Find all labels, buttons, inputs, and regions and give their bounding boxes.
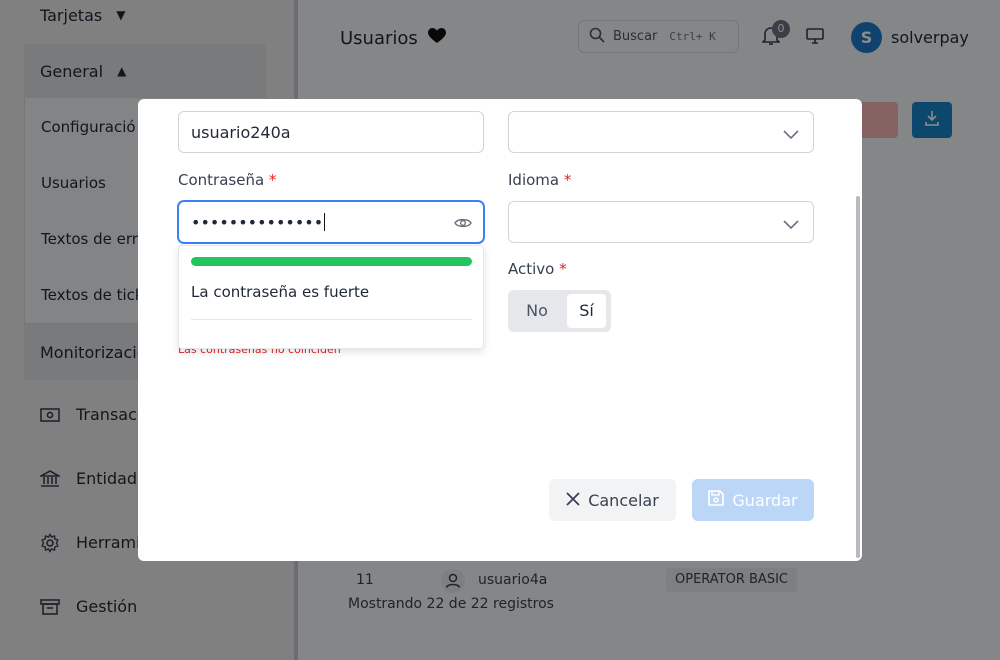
cancel-label: Cancelar bbox=[588, 490, 659, 510]
text-caret bbox=[324, 213, 326, 231]
cancel-button[interactable]: Cancelar bbox=[549, 479, 676, 521]
idioma-label-text: Idioma bbox=[508, 171, 560, 189]
password-strength-popover: La contraseña es fuerte bbox=[178, 245, 484, 349]
password-strength-meter bbox=[191, 257, 472, 266]
password-field[interactable]: •••••••••••••• bbox=[178, 201, 484, 243]
save-button[interactable]: Guardar bbox=[692, 479, 814, 521]
save-label: Guardar bbox=[732, 490, 798, 510]
idioma-select[interactable] bbox=[508, 201, 814, 243]
user-edit-modal: usuario240a Contraseña * Idioma * ••••••… bbox=[138, 99, 862, 561]
username-field[interactable]: usuario240a bbox=[178, 111, 484, 153]
idioma-label: Idioma * bbox=[508, 171, 571, 189]
password-label-text: Contraseña bbox=[178, 171, 265, 189]
activo-label: Activo * bbox=[508, 260, 567, 278]
password-strength-text: La contraseña es fuerte bbox=[191, 283, 370, 301]
chevron-down-icon bbox=[783, 215, 799, 234]
toggle-option-no[interactable]: No bbox=[512, 294, 562, 328]
required-mark: * bbox=[268, 171, 277, 189]
eye-icon[interactable] bbox=[454, 215, 472, 234]
required-mark: * bbox=[559, 260, 567, 278]
modal-scrollbar[interactable] bbox=[856, 196, 860, 558]
close-icon bbox=[566, 491, 588, 510]
divider bbox=[191, 319, 472, 320]
required-mark: * bbox=[563, 171, 572, 189]
toggle-option-si[interactable]: Sí bbox=[567, 294, 606, 328]
activo-label-text: Activo bbox=[508, 260, 555, 278]
password-label: Contraseña * bbox=[178, 171, 276, 189]
username-value: usuario240a bbox=[191, 122, 291, 142]
password-mask: •••••••••••••• bbox=[191, 212, 324, 232]
activo-toggle[interactable]: No Sí bbox=[508, 290, 611, 332]
floppy-disk-icon bbox=[708, 490, 732, 510]
chevron-down-icon bbox=[783, 125, 799, 144]
profile-select[interactable] bbox=[508, 111, 814, 153]
